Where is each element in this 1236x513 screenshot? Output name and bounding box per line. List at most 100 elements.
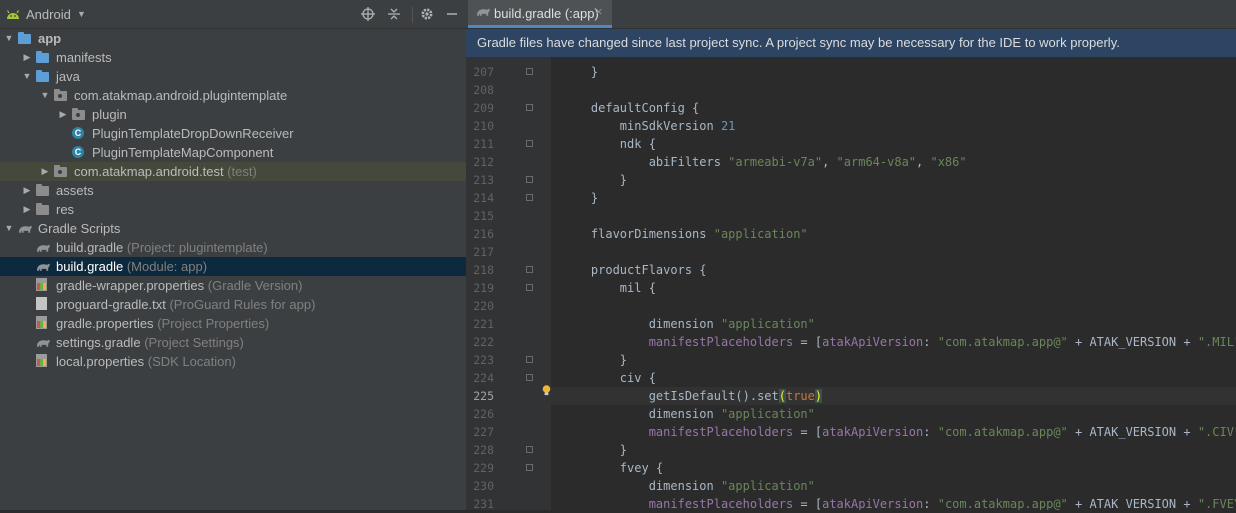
- code-line[interactable]: manifestPlaceholders = [atakApiVersion: …: [551, 423, 1236, 441]
- expand-arrow-closed-icon[interactable]: ▶: [22, 48, 32, 67]
- close-icon[interactable]: ×: [595, 4, 603, 19]
- tree-item[interactable]: ▼ Gradle Scripts: [0, 219, 466, 238]
- code-line[interactable]: manifestPlaceholders = [atakApiVersion: …: [551, 333, 1236, 351]
- line-number: 231: [473, 497, 494, 511]
- fold-marker-icon[interactable]: [526, 68, 533, 75]
- line-number: 229: [473, 461, 494, 475]
- tree-item[interactable]: ▼ com.atakmap.android.plugintemplate: [0, 86, 466, 105]
- code-line[interactable]: civ {: [551, 369, 1236, 387]
- tree-item-label: build.gradle (Project: plugintemplate): [56, 240, 268, 255]
- code-line[interactable]: productFlavors {: [551, 261, 1236, 279]
- line-number: 223: [473, 353, 494, 367]
- tree-item[interactable]: gradle-wrapper.properties (Gradle Versio…: [0, 276, 466, 295]
- code-token: ): [814, 389, 823, 403]
- line-number: 207: [473, 65, 494, 79]
- project-tree: ▼ app ▶ manifests ▼ java ▼ com.atakmap.android.…: [0, 29, 466, 371]
- lightbulb-icon[interactable]: [542, 385, 551, 396]
- code-text: }: [562, 351, 627, 369]
- tree-item[interactable]: ▼ app: [0, 29, 466, 48]
- tree-item[interactable]: settings.gradle (Project Settings): [0, 333, 466, 352]
- expand-arrow-open-icon[interactable]: ▼: [4, 219, 14, 238]
- fold-marker-icon[interactable]: [526, 284, 533, 291]
- expand-arrow-open-icon[interactable]: ▼: [22, 67, 32, 86]
- fold-marker-icon[interactable]: [526, 140, 533, 147]
- code-token: dimension: [562, 407, 721, 421]
- code-line[interactable]: ndk {: [551, 135, 1236, 153]
- tree-item[interactable]: C PluginTemplateMapComponent: [0, 143, 466, 162]
- code-token: getIsDefault().set: [562, 389, 779, 403]
- project-view-selector[interactable]: Android: [26, 7, 71, 22]
- code-line[interactable]: manifestPlaceholders = [atakApiVersion: …: [551, 495, 1236, 510]
- code-line[interactable]: mil {: [551, 279, 1236, 297]
- fold-marker-icon[interactable]: [526, 446, 533, 453]
- code-line[interactable]: flavorDimensions "application": [551, 225, 1236, 243]
- tree-item[interactable]: ▼ java: [0, 67, 466, 86]
- tree-item-label: PluginTemplateMapComponent: [92, 145, 274, 160]
- expand-arrow-open-icon[interactable]: ▼: [4, 29, 14, 48]
- code-line[interactable]: [551, 207, 1236, 225]
- tree-item[interactable]: build.gradle (Module: app): [0, 257, 466, 276]
- expand-arrow-closed-icon[interactable]: ▶: [22, 200, 32, 219]
- tree-item[interactable]: ▶ res: [0, 200, 466, 219]
- code-line[interactable]: minSdkVersion 21: [551, 117, 1236, 135]
- code-line[interactable]: abiFilters "armeabi-v7a", "arm64-v8a", "…: [551, 153, 1236, 171]
- tree-item[interactable]: proguard-gradle.txt (ProGuard Rules for …: [0, 295, 466, 314]
- code-token: flavorDimensions: [562, 227, 714, 241]
- code-line[interactable]: [551, 81, 1236, 99]
- expand-arrow-closed-icon[interactable]: ▶: [58, 105, 68, 124]
- code-line[interactable]: [551, 243, 1236, 261]
- fold-marker-icon[interactable]: [526, 356, 533, 363]
- tree-item-label: build.gradle (Module: app): [56, 259, 208, 274]
- tree-item[interactable]: gradle.properties (Project Properties): [0, 314, 466, 333]
- line-number: 215: [473, 209, 494, 223]
- hide-panel-icon[interactable]: [444, 7, 460, 23]
- tree-item[interactable]: ▶ plugin: [0, 105, 466, 124]
- code-line[interactable]: }: [551, 351, 1236, 369]
- code-line[interactable]: }: [551, 171, 1236, 189]
- tab-build-gradle-app[interactable]: build.gradle (:app) ×: [468, 0, 612, 28]
- fold-marker-icon[interactable]: [526, 176, 533, 183]
- tree-item-label: com.atakmap.android.test (test): [74, 164, 257, 179]
- tree-item[interactable]: build.gradle (Project: plugintemplate): [0, 238, 466, 257]
- line-number: 220: [473, 299, 494, 313]
- fold-marker-icon[interactable]: [526, 194, 533, 201]
- tree-item-label: app: [38, 31, 62, 46]
- fold-marker-icon[interactable]: [526, 104, 533, 111]
- expand-arrow-open-icon[interactable]: ▼: [40, 86, 50, 105]
- code-token: civ {: [562, 371, 656, 385]
- code-text: }: [562, 171, 627, 189]
- collapse-all-icon[interactable]: [386, 7, 402, 23]
- code-line[interactable]: [551, 297, 1236, 315]
- line-number: 214: [473, 191, 494, 205]
- code-line[interactable]: getIsDefault().set(true): [551, 387, 1236, 405]
- tree-item[interactable]: ▶ assets: [0, 181, 466, 200]
- line-number: 228: [473, 443, 494, 457]
- code-text: manifestPlaceholders = [atakApiVersion: …: [562, 423, 1236, 441]
- fold-marker-icon[interactable]: [526, 266, 533, 273]
- tree-item[interactable]: ▶ manifests: [0, 48, 466, 67]
- code-line[interactable]: defaultConfig {: [551, 99, 1236, 117]
- expand-arrow-closed-icon[interactable]: ▶: [40, 162, 50, 181]
- tree-item-label: PluginTemplateDropDownReceiver: [92, 126, 294, 141]
- code-line[interactable]: }: [551, 63, 1236, 81]
- code-line[interactable]: dimension "application": [551, 405, 1236, 423]
- tree-item[interactable]: local.properties (SDK Location): [0, 352, 466, 371]
- code-line[interactable]: }: [551, 189, 1236, 207]
- line-number: 208: [473, 83, 494, 97]
- code-line[interactable]: }: [551, 441, 1236, 459]
- fold-marker-icon[interactable]: [526, 464, 533, 471]
- code-token: (: [778, 389, 786, 403]
- code-token: "x86": [930, 155, 967, 169]
- locate-target-icon[interactable]: [360, 7, 376, 23]
- gear-icon[interactable]: [419, 7, 435, 23]
- code-line[interactable]: dimension "application": [551, 315, 1236, 333]
- code-area[interactable]: } defaultConfig { minSdkVersion 21 ndk {…: [551, 57, 1236, 510]
- expand-arrow-closed-icon[interactable]: ▶: [22, 181, 32, 200]
- code-line[interactable]: dimension "application": [551, 477, 1236, 495]
- fold-marker-icon[interactable]: [526, 374, 533, 381]
- code-line[interactable]: fvey {: [551, 459, 1236, 477]
- chevron-down-icon[interactable]: ▼: [77, 9, 86, 19]
- class-icon: C: [72, 145, 88, 160]
- tree-item[interactable]: C PluginTemplateDropDownReceiver: [0, 124, 466, 143]
- tree-item[interactable]: ▶ com.atakmap.android.test (test): [0, 162, 466, 181]
